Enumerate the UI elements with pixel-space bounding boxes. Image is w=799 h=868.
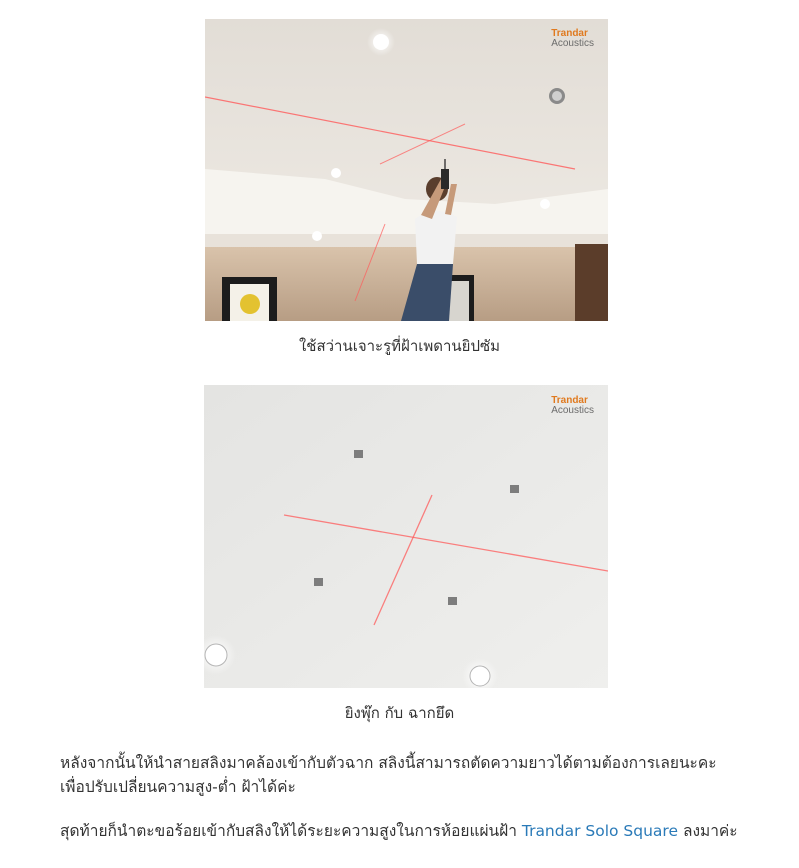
ceiling-anchor-scene — [204, 385, 608, 688]
drilling-scene — [205, 19, 608, 321]
trandar-watermark: Trandar Acoustics — [551, 28, 594, 49]
photo-drilling-ceiling: Trandar Acoustics — [205, 19, 608, 321]
paragraph-sling-cable: หลังจากนั้นให้นำสายสลิงมาคล้องเข้ากับตัว… — [60, 754, 717, 796]
paragraph-hook: สุดท้ายก็นำตะขอร้อยเข้ากับสลิงให้ได้ระยะ… — [60, 819, 740, 843]
photo-anchor-bracket: Trandar Acoustics — [204, 385, 608, 688]
paragraph-hook-tail: ลงมาค่ะ — [678, 822, 738, 840]
trandar-solo-square-link[interactable]: Trandar Solo Square — [522, 822, 678, 840]
caption-anchor-bracket: ยิงพุ๊ก กับ ฉากยึด — [344, 704, 455, 722]
trandar-watermark: Trandar Acoustics — [551, 395, 594, 416]
caption-drilling: ใช้สว่านเจาะรูที่ฝ้าเพดานยิปซัม — [298, 337, 501, 355]
paragraph-hook-text: สุดท้ายก็นำตะขอร้อยเข้ากับสลิงให้ได้ระยะ… — [60, 822, 522, 840]
